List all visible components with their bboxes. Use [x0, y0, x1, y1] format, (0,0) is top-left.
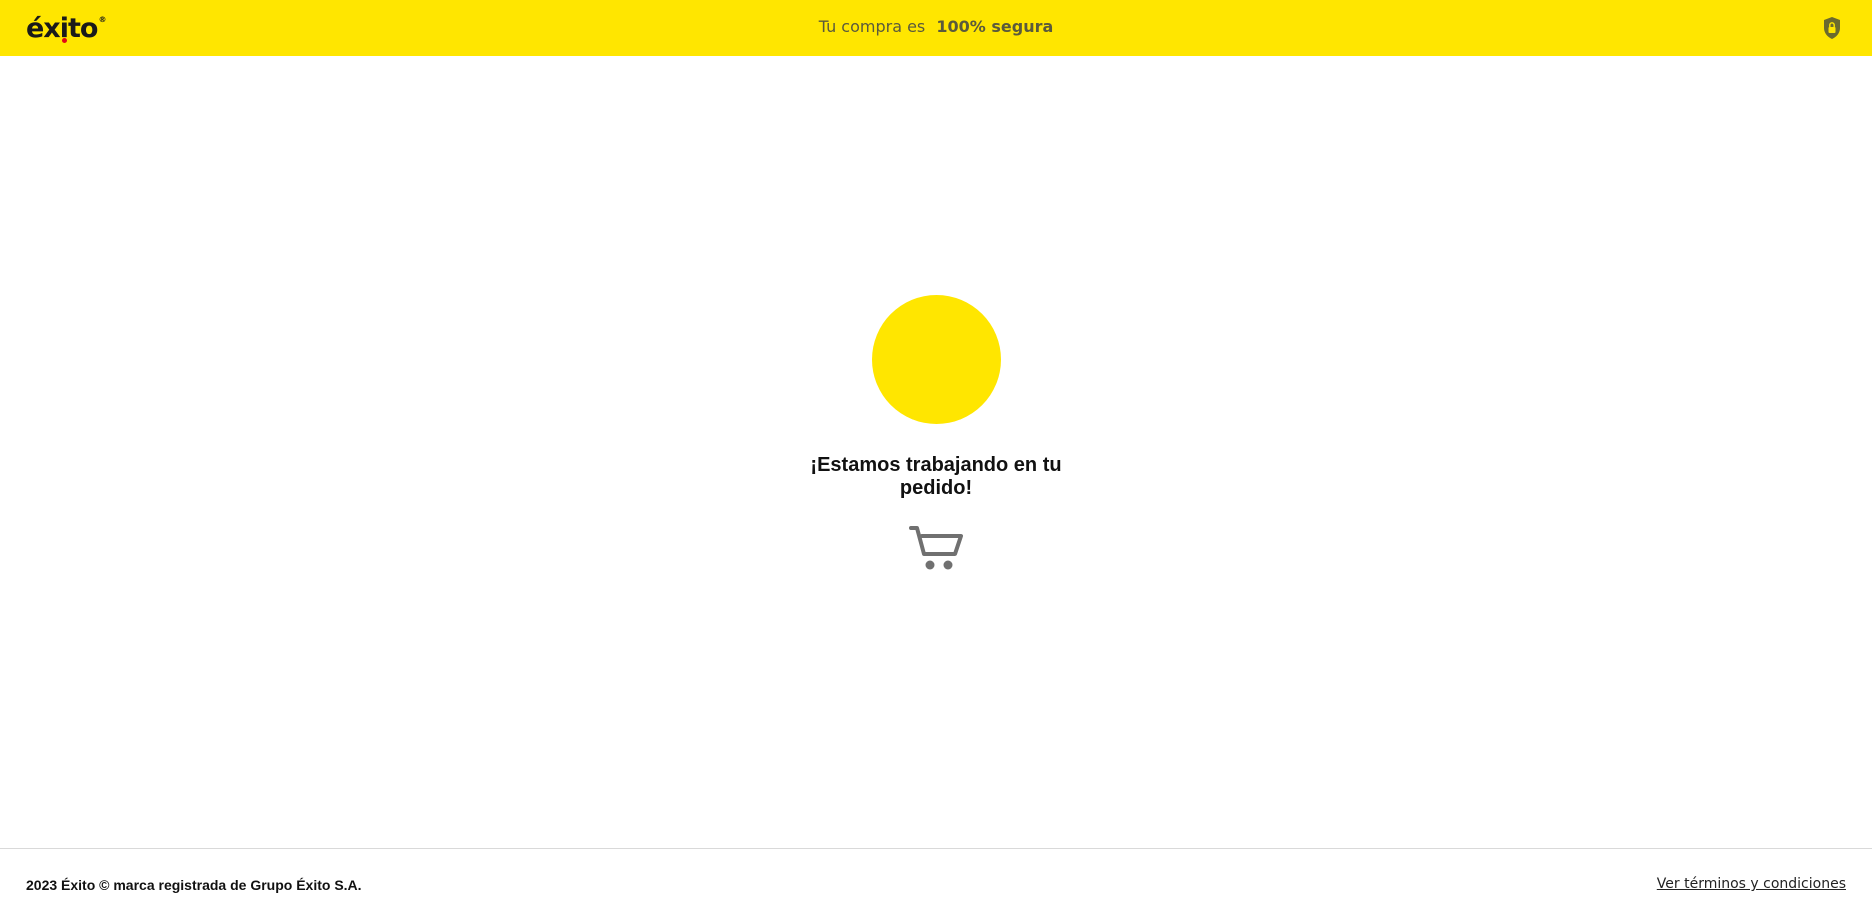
terms-link[interactable]: Ver términos y condiciones: [1657, 876, 1846, 892]
secure-bold: 100% segura: [936, 17, 1054, 36]
top-bar: éxito ® Tu compra es 100% segura: [0, 0, 1872, 56]
lock-shield-icon: [1824, 17, 1840, 39]
loading-spinner: [871, 295, 1001, 424]
order-processing-panel: ¡Estamos trabajando en tu pedido!: [0, 295, 1872, 574]
processing-message: ¡Estamos trabajando en tu pedido!: [810, 454, 1062, 499]
secure-purchase-banner: Tu compra es 100% segura: [0, 17, 1872, 36]
footer-divider: [0, 848, 1872, 849]
secure-prefix: Tu compra es: [818, 17, 926, 36]
logo-red-dot: [62, 38, 67, 43]
footer-copyright: 2023 Éxito © marca registrada de Grupo É…: [26, 877, 362, 893]
shopping-cart-icon: [909, 526, 963, 570]
